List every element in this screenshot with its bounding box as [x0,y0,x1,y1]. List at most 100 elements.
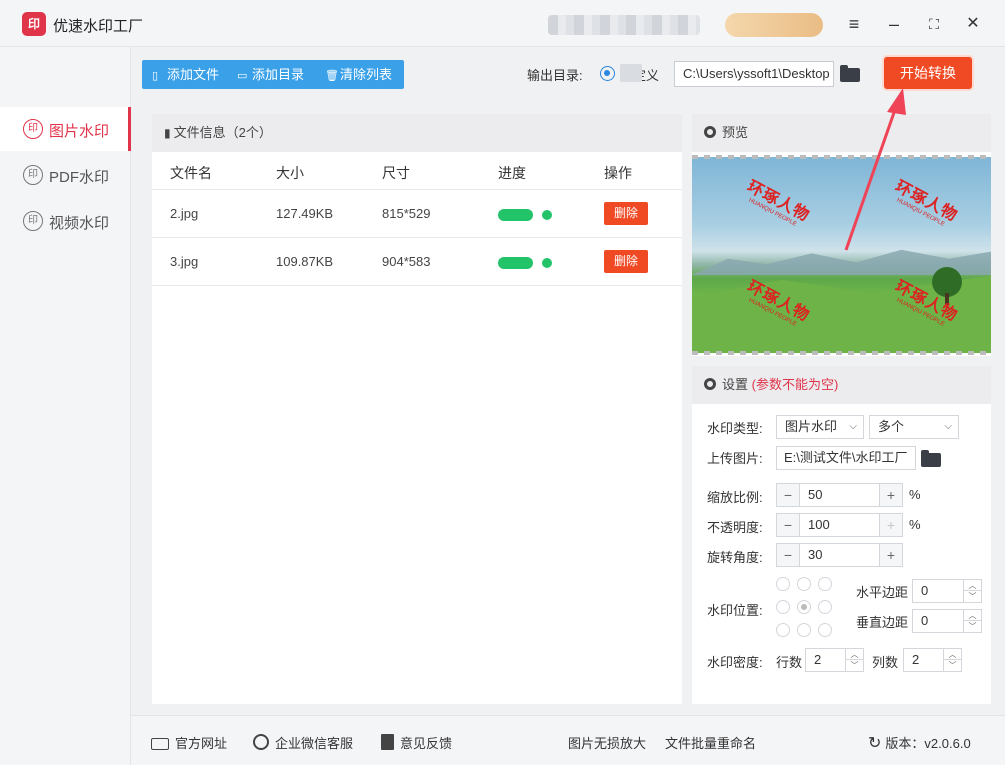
opacity-value[interactable]: 100 [808,514,830,536]
file-size: 109.87KB [276,254,334,269]
position-bottom-center[interactable] [797,623,811,637]
position-bottom-right[interactable] [818,623,832,637]
chevron-up-icon[interactable]: ︿ [845,649,863,660]
vertical-margin-value[interactable]: 0 [921,610,928,632]
chevron-down-icon: ⌵ [849,421,857,432]
app-title: 优速水印工厂 [53,18,144,35]
version-info[interactable]: ↻ 版本：v2.0.6.0 [868,733,971,753]
rows-value[interactable]: 2 [814,649,821,671]
position-middle-left[interactable] [776,600,790,614]
gear-icon [704,378,716,390]
feedback-link[interactable]: 意见反馈 [381,733,452,752]
folder-icon[interactable] [840,65,860,82]
file-list-panel: ▮ 文件信息（2个） 文件名 大小 尺寸 进度 操作 2.jpg 127.49KB… [152,114,682,704]
add-file-button[interactable]: ▯ 添加文件 [152,60,219,89]
vertical-margin-spinner[interactable]: 0 ︿ ﹀ [912,609,982,633]
clear-list-button[interactable]: 🗑清除列表 [325,60,392,89]
sidebar-item-image-watermark[interactable]: 印 图片水印 [0,107,131,151]
file-panel-title: 文件信息（2个） [173,125,272,140]
position-middle-right[interactable] [818,600,832,614]
refresh-icon: ↻ [868,735,882,752]
website-link[interactable]: 官方网址 [151,733,227,752]
preview-border-bottom [692,351,991,355]
minus-icon[interactable]: − [777,544,800,566]
chevron-up-icon[interactable]: ︿ [963,580,981,591]
seal-icon: 印 [23,211,43,231]
table-row[interactable]: 2.jpg 127.49KB 815*529 删除 [152,190,682,238]
radio-label-blur [620,64,642,82]
density-label: 水印密度: [707,655,763,670]
plus-icon[interactable]: + [879,484,902,506]
document-icon: ▮ [164,126,171,140]
scale-value[interactable]: 50 [808,484,822,506]
add-directory-button[interactable]: ▭ 添加目录 [237,60,304,89]
folder-icon[interactable] [921,450,941,467]
chevron-down-icon: ⌵ [944,421,952,432]
feedback-label: 意见反馈 [400,736,453,751]
minus-icon[interactable]: − [777,484,800,506]
position-top-center[interactable] [797,577,811,591]
settings-header: 设置 (参数不能为空) [692,366,991,404]
start-convert-button[interactable]: 开始转换 [884,57,972,89]
horizontal-margin-value[interactable]: 0 [921,580,928,602]
sidebar-item-label: 视频水印 [49,215,110,232]
delete-button[interactable]: 删除 [604,250,648,273]
column-header-name: 文件名 [170,165,212,181]
sidebar-item-pdf-watermark[interactable]: 印 PDF水印 [0,153,131,197]
browser-icon [151,738,169,750]
close-icon[interactable]: ✕ [961,12,985,36]
maximize-icon[interactable]: ⛶ [922,12,946,36]
seal-icon: 印 [23,165,43,185]
wechat-service-label: 企业微信客服 [275,736,354,751]
batch-rename-link[interactable]: 文件批量重命名 [665,733,756,752]
columns-spinner[interactable]: 2 ︿ ﹀ [903,648,962,672]
chevron-down-icon[interactable]: ﹀ [943,660,961,671]
opacity-stepper[interactable]: − 100 + [776,513,903,537]
lossless-upscale-link[interactable]: 图片无损放大 [568,733,646,752]
output-path-input[interactable]: C:\Users\yssoft1\Desktop [674,61,834,87]
position-top-left[interactable] [776,577,790,591]
file-table-header: 文件名 大小 尺寸 进度 操作 [152,152,682,190]
sidebar-item-label: PDF水印 [49,169,110,186]
chevron-down-icon[interactable]: ﹀ [845,660,863,671]
settings-title: 设置 [722,377,749,392]
table-row[interactable]: 3.jpg 109.87KB 904*583 删除 [152,238,682,286]
user-account-blurred[interactable] [548,15,700,35]
rotation-value[interactable]: 30 [808,544,822,566]
sidebar-item-video-watermark[interactable]: 印 视频水印 [0,199,131,243]
trash-icon: 🗑 [325,70,339,82]
chevron-up-icon[interactable]: ︿ [963,610,981,621]
website-label: 官方网址 [175,736,228,751]
horizontal-margin-spinner[interactable]: 0 ︿ ﹀ [912,579,982,603]
chevron-down-icon[interactable]: ﹀ [963,621,981,632]
columns-value[interactable]: 2 [912,649,919,671]
title-bar: 印 优速水印工厂 ≡ – ⛶ ✕ [0,0,1005,47]
chevron-up-icon[interactable]: ︿ [943,649,961,660]
check-circle-icon [542,210,552,220]
sidebar: 印 图片水印 印 PDF水印 印 视频水印 [0,47,131,765]
upload-image-path-input[interactable]: E:\测试文件\水印工厂 [776,446,916,470]
position-bottom-left[interactable] [776,623,790,637]
app-logo-icon: 印 [22,12,46,36]
watermark-count-select[interactable]: 多个 ⌵ [869,415,959,439]
scale-stepper[interactable]: − 50 + [776,483,903,507]
delete-button[interactable]: 删除 [604,202,648,225]
chevron-down-icon[interactable]: ﹀ [963,591,981,602]
position-top-right[interactable] [818,577,832,591]
rows-spinner[interactable]: 2 ︿ ﹀ [805,648,864,672]
upload-image-label: 上传图片: [707,451,763,466]
wechat-service-link[interactable]: 企业微信客服 [253,733,353,752]
clear-list-label: 清除列表 [340,67,393,82]
rotation-label: 旋转角度: [707,550,763,565]
minus-icon[interactable]: − [777,514,800,536]
plus-icon[interactable]: + [879,544,902,566]
menu-icon[interactable]: ≡ [842,12,866,36]
rotation-stepper[interactable]: − 30 + [776,543,903,567]
watermark-type-value: 图片水印 [785,419,838,434]
minimize-icon[interactable]: – [882,12,906,36]
custom-dir-radio[interactable] [600,66,615,81]
horizontal-margin-label: 水平边距 [856,585,909,600]
position-center[interactable] [797,600,811,614]
vip-badge-blurred[interactable] [725,13,823,37]
watermark-type-select[interactable]: 图片水印 ⌵ [776,415,864,439]
